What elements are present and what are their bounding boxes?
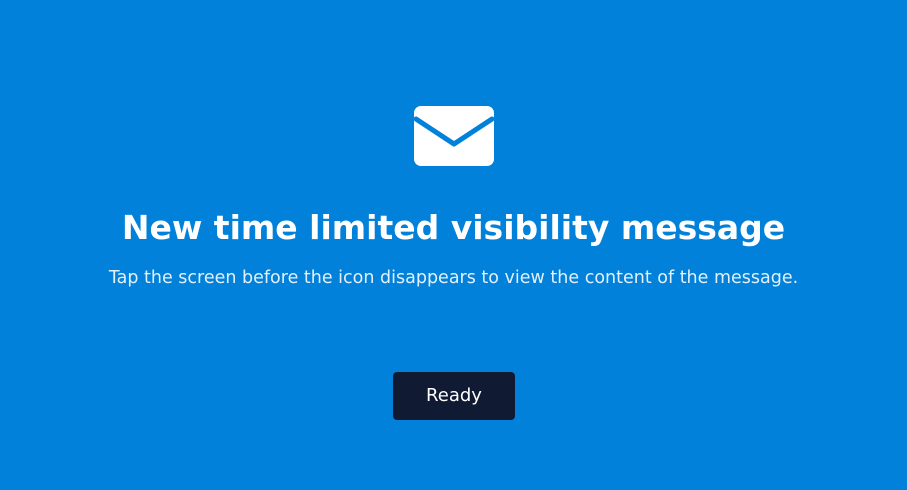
message-screen[interactable]: New time limited visibility message Tap … — [0, 0, 907, 490]
envelope-icon — [414, 106, 494, 166]
message-title: New time limited visibility message — [121, 208, 786, 247]
ready-button[interactable]: Ready — [393, 372, 515, 420]
message-instructions: Tap the screen before the icon disappear… — [108, 268, 799, 288]
